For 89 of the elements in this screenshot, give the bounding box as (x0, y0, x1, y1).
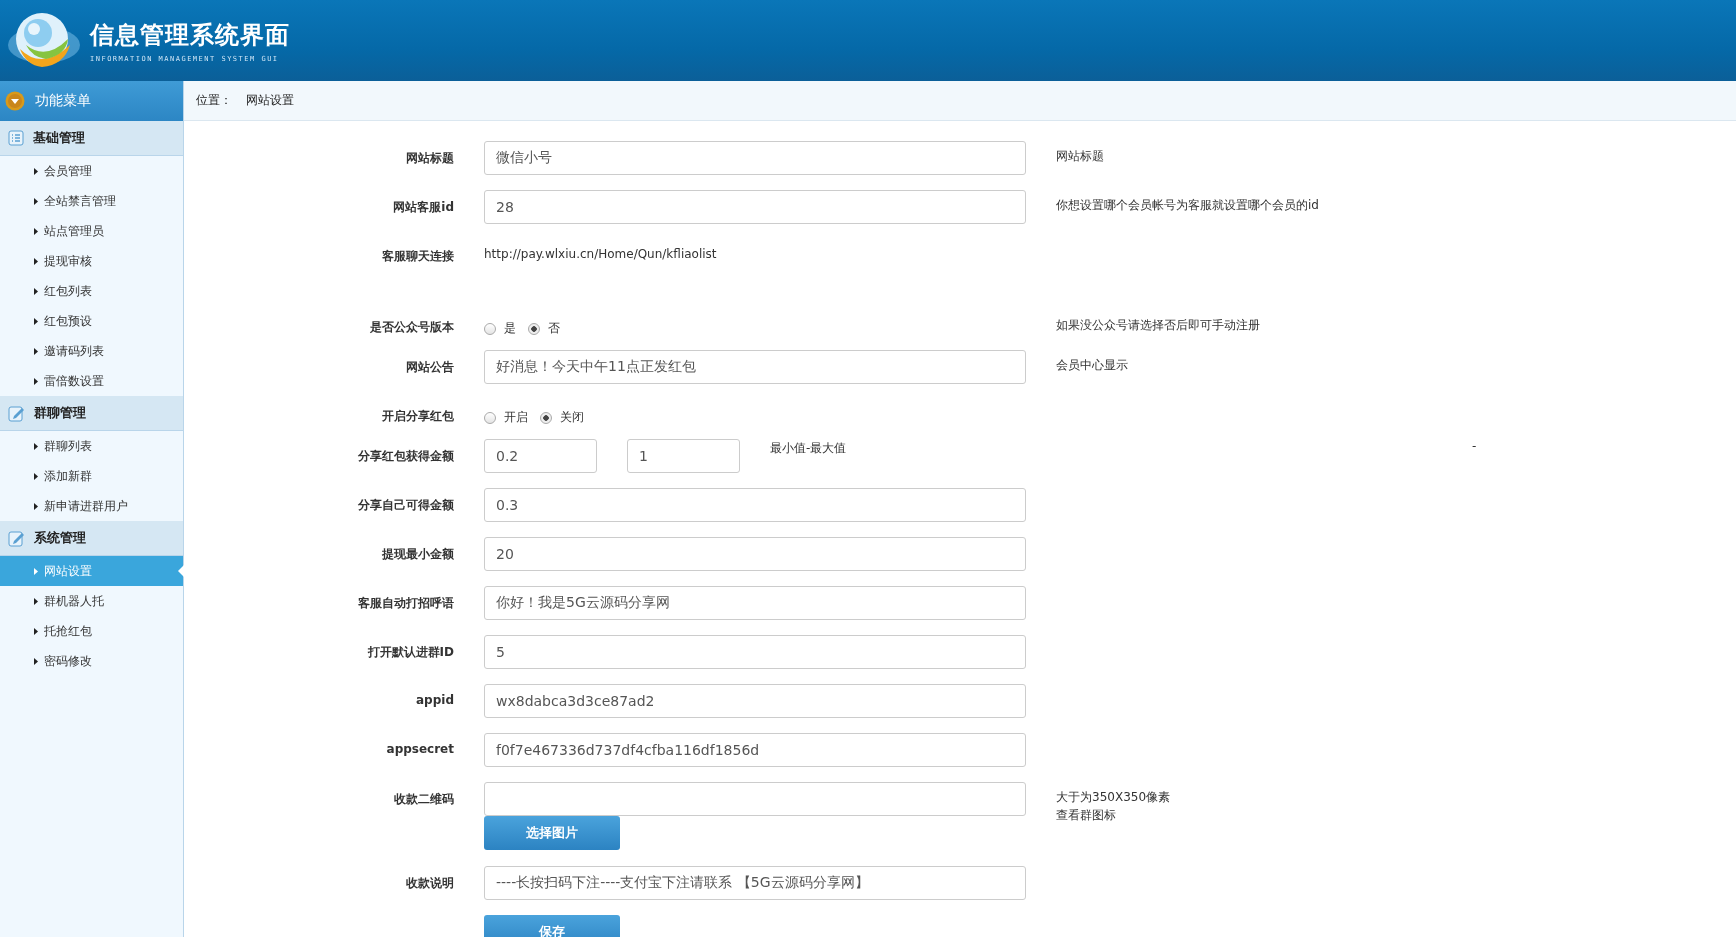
sidebar-item[interactable]: 站点管理员 (0, 216, 183, 246)
field-label: 开启分享红包 (382, 408, 454, 425)
hint-text: 如果没公众号请选择否后即可手动注册 (1056, 317, 1261, 334)
input-field[interactable]: 你好！我是5G云源码分享网 (484, 586, 1026, 620)
hint-text: 大于为350X350像素 (1056, 789, 1172, 806)
active-notch-icon (178, 565, 184, 577)
field-label: 提现最小金额 (382, 546, 454, 563)
sidebar-item[interactable]: 全站禁言管理 (0, 186, 183, 216)
hint-text: 查看群图标 (1056, 807, 1117, 824)
radio-unchecked-icon (484, 322, 496, 335)
input-field[interactable]: 微信小号 (484, 141, 1026, 175)
chat-link-text: http://pay.wlxiu.cn/Home/Qun/kfliaolist (484, 246, 717, 261)
radio-unchecked-icon (484, 411, 496, 424)
field-label: 分享自己可得金额 (358, 497, 454, 514)
menu-group-header[interactable]: 系统管理 (0, 521, 183, 556)
sidebar-item[interactable]: 新申请进群用户 (0, 491, 183, 521)
caret-icon (34, 257, 38, 265)
caret-icon (34, 567, 38, 575)
caret-icon (34, 197, 38, 205)
field-label: appsecret (386, 741, 454, 756)
radio-checked-icon (540, 411, 552, 424)
caret-icon (34, 347, 38, 355)
sidebar-item[interactable]: 添加新群 (0, 461, 183, 491)
menu-group-label: 群聊管理 (34, 404, 86, 422)
sidebar-item[interactable]: 密码修改 (0, 646, 183, 676)
field-label: 客服自动打招呼语 (358, 595, 454, 612)
range-hint-text: 最小值-最大值 (770, 440, 847, 457)
radio-option[interactable]: 开启 (484, 409, 528, 426)
menu-group-header[interactable]: 群聊管理 (0, 396, 183, 431)
menu-group-label: 系统管理 (34, 529, 86, 547)
sidebar-item[interactable]: 托抢红包 (0, 616, 183, 646)
input-field[interactable]: wx8dabca3d3ce87ad2 (484, 684, 1026, 718)
sidebar-item[interactable]: 红包预设 (0, 306, 183, 336)
max-input-field[interactable]: 1 (627, 439, 740, 473)
input-field[interactable]: ----长按扫码下注----支付宝下注请联系 【5G云源码分享网】 (484, 866, 1026, 900)
field-label: 网站公告 (406, 359, 454, 376)
caret-icon (34, 167, 38, 175)
radio-option[interactable]: 否 (528, 320, 560, 337)
caret-icon (34, 442, 38, 450)
caret-icon (34, 597, 38, 605)
field-label: appid (416, 692, 454, 707)
radio-option[interactable]: 关闭 (540, 409, 584, 426)
caret-icon (34, 657, 38, 665)
input-field[interactable]: 5 (484, 635, 1026, 669)
caret-icon (34, 502, 38, 510)
input-field[interactable] (484, 782, 1026, 816)
sidebar-item[interactable]: 群机器人托 (0, 586, 183, 616)
caret-icon (34, 627, 38, 635)
edit-icon (8, 404, 25, 422)
field-label: 是否公众号版本 (370, 319, 454, 336)
caret-icon (34, 287, 38, 295)
input-field[interactable]: 好消息！今天中午11点正发红包 (484, 350, 1026, 384)
breadcrumb-label: 位置： (196, 92, 232, 109)
sidebar-item[interactable]: 提现审核 (0, 246, 183, 276)
min-input-field[interactable]: 0.2 (484, 439, 597, 473)
breadcrumb-page: 网站设置 (246, 92, 294, 109)
edit-icon (8, 529, 25, 547)
hint-text: 网站标题 (1056, 148, 1105, 165)
caret-icon (34, 317, 38, 325)
sidebar-item[interactable]: 红包列表 (0, 276, 183, 306)
input-field[interactable]: 0.3 (484, 488, 1026, 522)
field-label: 网站客服id (393, 199, 454, 216)
field-label: 收款说明 (406, 875, 454, 892)
menu-title: 功能菜单 (35, 92, 91, 110)
input-field[interactable]: 20 (484, 537, 1026, 571)
field-label: 网站标题 (406, 150, 454, 167)
field-label: 客服聊天连接 (382, 248, 454, 265)
input-field[interactable]: f0f7e467336d737df4cfba116df1856d (484, 733, 1026, 767)
hint-text: - (1471, 439, 1478, 453)
list-icon (8, 130, 24, 146)
sidebar-item[interactable]: 雷倍数设置 (0, 366, 183, 396)
input-field[interactable]: 28 (484, 190, 1026, 224)
menu-group-label: 基础管理 (33, 129, 85, 147)
hint-text: 你想设置哪个会员帐号为客服就设置哪个会员的id (1056, 197, 1320, 214)
field-label: 收款二维码 (394, 791, 454, 808)
caret-icon (34, 227, 38, 235)
menu-group-header[interactable]: 基础管理 (0, 121, 183, 156)
dropdown-circle-icon (5, 91, 25, 111)
caret-icon (34, 472, 38, 480)
app-title: 信息管理系统界面 (90, 19, 290, 51)
sidebar-item[interactable]: 会员管理 (0, 156, 183, 186)
hint-text: 会员中心显示 (1056, 357, 1129, 374)
sidebar-item[interactable]: 群聊列表 (0, 431, 183, 461)
field-label: 分享红包获得金额 (358, 448, 454, 465)
sidebar-item[interactable]: 邀请码列表 (0, 336, 183, 366)
caret-icon (34, 377, 38, 385)
radio-option[interactable]: 是 (484, 320, 516, 337)
radio-checked-icon (528, 322, 540, 335)
field-label: 打开默认进群ID (367, 644, 454, 661)
